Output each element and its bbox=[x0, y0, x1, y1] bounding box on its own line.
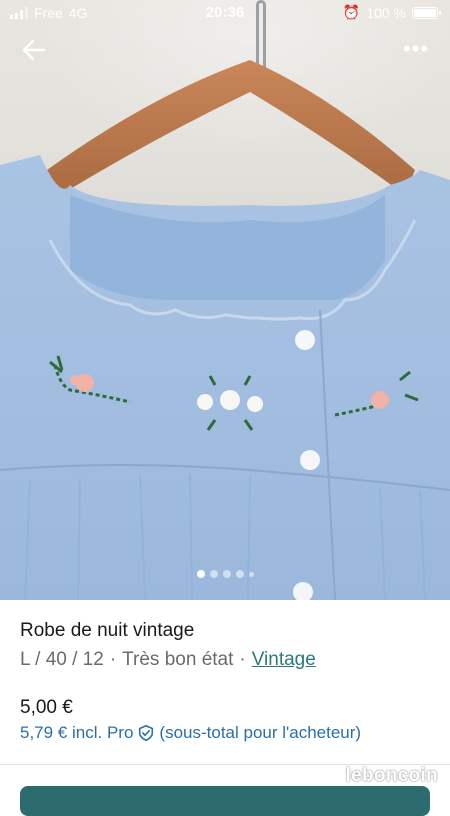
battery-icon bbox=[412, 6, 441, 19]
back-button[interactable] bbox=[20, 36, 48, 64]
pagination-dot[interactable] bbox=[209, 570, 218, 578]
primary-action-button[interactable] bbox=[20, 786, 430, 816]
condition-label: Très bon état bbox=[122, 649, 234, 670]
listing-price: 5,00 € bbox=[20, 697, 73, 718]
pagination-dot[interactable] bbox=[235, 570, 244, 578]
dress-illustration bbox=[0, 60, 450, 600]
gallery-pagination bbox=[0, 570, 450, 578]
separator: · bbox=[109, 649, 117, 670]
style-link[interactable]: Vintage bbox=[252, 649, 316, 671]
battery-label: 100 % bbox=[366, 4, 406, 21]
listing-title: Robe de nuit vintage bbox=[20, 620, 195, 641]
status-right: ⏰ 100 % bbox=[342, 4, 441, 21]
separator: · bbox=[239, 649, 246, 670]
watermark-logo: leboncoin bbox=[345, 765, 438, 786]
pro-price-line[interactable]: 5,79 € incl. Pro (sous-total pour l'ache… bbox=[20, 723, 361, 743]
pagination-dot[interactable] bbox=[196, 570, 205, 578]
pagination-dot[interactable] bbox=[248, 571, 254, 577]
status-bar: Free 4G 20:36 ⏰ 100 % bbox=[0, 0, 450, 26]
pagination-dot[interactable] bbox=[222, 570, 231, 578]
arrow-left-icon bbox=[22, 39, 46, 61]
listing-attributes: L / 40 / 12 · Très bon état · Vintage bbox=[20, 649, 316, 671]
shield-check-icon bbox=[139, 724, 154, 742]
pro-price: 5,79 € incl. Pro bbox=[20, 723, 134, 742]
product-photo[interactable] bbox=[0, 0, 450, 600]
pro-note: (sous-total pour l'acheteur) bbox=[159, 723, 362, 742]
more-horizontal-icon: ••• bbox=[402, 36, 430, 61]
size-info: L / 40 / 12 bbox=[20, 649, 104, 670]
more-button[interactable]: ••• bbox=[400, 38, 432, 62]
alarm-icon: ⏰ bbox=[342, 4, 361, 20]
